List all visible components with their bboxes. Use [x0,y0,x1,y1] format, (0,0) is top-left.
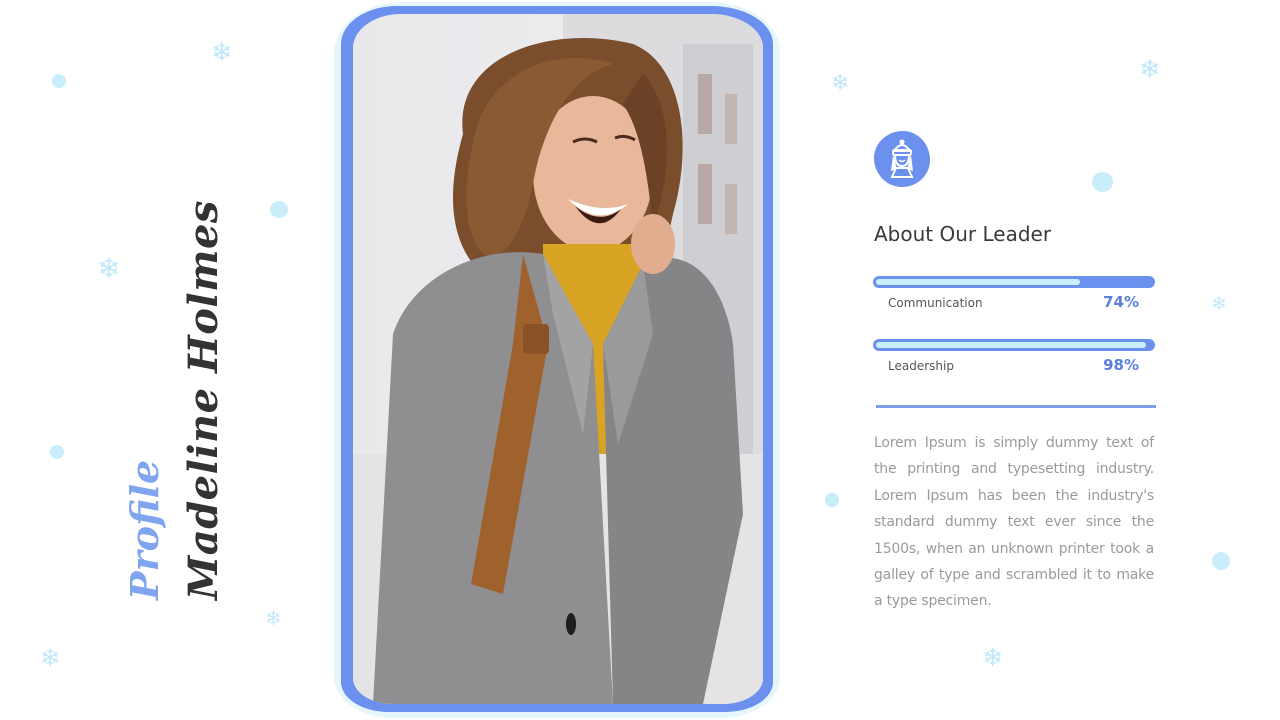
photo-illustration [353,14,763,704]
section-title: About Our Leader [874,222,1052,246]
decor-dot [825,493,839,507]
skill-bar-communication [873,276,1155,288]
skill-percent: 98% [1103,356,1139,374]
decor-dot [52,74,66,88]
leader-photo [353,14,763,704]
decor-dot [50,445,64,459]
skill-bar-fill [876,279,1080,285]
snowflake-icon: ❄ [40,644,61,672]
divider [876,405,1156,408]
decor-dot [270,201,288,218]
skill-bar-leadership [873,339,1155,351]
skill-percent: 74% [1103,293,1139,311]
snowflake-icon: ❄ [1211,293,1227,315]
leader-description: Lorem Ipsum is simply dummy text of the … [874,435,1154,610]
snowflake-icon: ❄ [211,38,233,68]
skill-bar-fill [876,342,1146,348]
leader-avatar [874,131,930,187]
slide-subtitle: Profile [122,459,167,600]
slide-title: Madeline Holmes [180,200,227,600]
decor-dot [1212,552,1230,570]
snowflake-icon: ❄ [1139,55,1161,85]
decor-dot [1092,172,1113,192]
snowflake-icon: ❄ [97,252,121,285]
profile-slide: ❄ ❄ ❄ ❄ ❄ ❄ ❄ ❄ Profile Madeline Holmes [0,0,1280,720]
snowflake-icon: ❄ [831,71,850,96]
snowflake-icon: ❄ [265,606,282,630]
snowflake-icon: ❄ [982,643,1003,672]
skill-label: Communication [888,296,983,310]
skill-label: Leadership [888,359,954,373]
winter-girl-icon [890,139,914,178]
